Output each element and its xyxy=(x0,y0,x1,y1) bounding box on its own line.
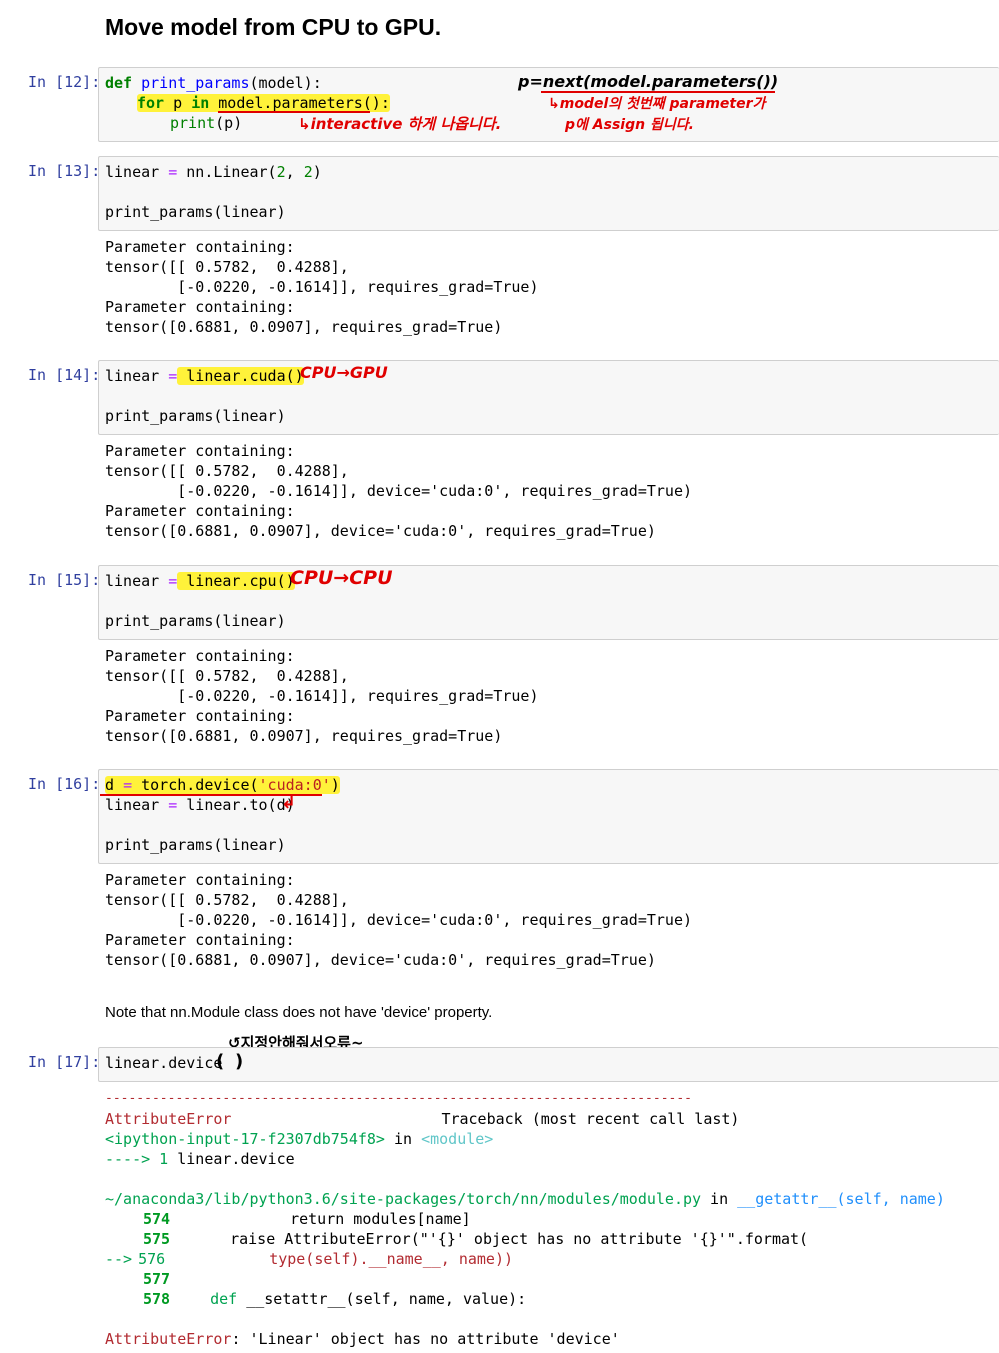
cell-prompt-15: In [15]: xyxy=(28,571,101,589)
output-line: Parameter containing: xyxy=(105,707,295,725)
output-line: [-0.0220, -0.1614]], requires_grad=True) xyxy=(105,278,539,296)
code-line: linear = linear.cpu() xyxy=(105,572,295,590)
code-cell-17[interactable] xyxy=(98,1047,999,1082)
code-line: print_params(linear) xyxy=(105,407,286,425)
output-line: tensor([0.6881, 0.0907], requires_grad=T… xyxy=(105,318,503,336)
traceback-dashes: ----------------------------------------… xyxy=(105,1091,692,1106)
output-line: tensor([0.6881, 0.0907], device='cuda:0'… xyxy=(105,951,656,969)
traceback-line-575: 575 raise AttributeError("'{}' object has… xyxy=(143,1230,809,1248)
markdown-note: Note that nn.Module class does not have … xyxy=(105,1004,493,1021)
traceback-line-576: --> 576 type(self).__name__, name)) xyxy=(105,1250,514,1268)
annotation-arrow: ↲ xyxy=(281,792,297,813)
traceback-final-error: AttributeError: 'Linear' object has no a… xyxy=(105,1330,620,1348)
annotation-assign: p에 Assign 됩니다. xyxy=(565,117,694,133)
traceback-line-578: 578 def __setattr__(self, name, value): xyxy=(143,1290,527,1308)
output-line: tensor([[ 0.5782, 0.4288], xyxy=(105,891,349,909)
output-line: [-0.0220, -0.1614]], requires_grad=True) xyxy=(105,687,539,705)
cell-prompt-17: In [17]: xyxy=(28,1053,101,1071)
traceback-path: ~/anaconda3/lib/python3.6/site-packages/… xyxy=(105,1190,945,1208)
code-line: linear = linear.cuda() xyxy=(105,367,304,385)
code-line: linear.device xyxy=(105,1054,223,1072)
annotation-paren-left: ( xyxy=(216,1051,225,1072)
output-line: Parameter containing: xyxy=(105,238,295,256)
output-line: tensor([[ 0.5782, 0.4288], xyxy=(105,667,349,685)
output-line: Parameter containing: xyxy=(105,502,295,520)
code-line: linear = linear.to(d) xyxy=(105,796,295,814)
code-line: for p in model.parameters(): xyxy=(137,94,390,112)
code-line: d = torch.device('cuda:0') xyxy=(105,776,340,794)
output-line: tensor([[ 0.5782, 0.4288], xyxy=(105,462,349,480)
cell-prompt-13: In [13]: xyxy=(28,162,101,180)
output-line: Parameter containing: xyxy=(105,647,295,665)
cell-prompt-12: In [12]: xyxy=(28,73,101,91)
output-line: Parameter containing: xyxy=(105,442,295,460)
annotation-first-param: ↳model의 첫번째 parameter가 xyxy=(548,96,766,112)
annotation-cpu-gpu: CPU→GPU xyxy=(300,363,388,382)
annotation-next-params: p=next(model.parameters()) xyxy=(518,72,779,91)
traceback-header: AttributeError Traceback (most recent cal… xyxy=(105,1110,740,1128)
code-line: def print_params(model): xyxy=(105,74,322,92)
cell-prompt-16: In [16]: xyxy=(28,775,101,793)
output-line: Parameter containing: xyxy=(105,871,295,889)
code-line: print_params(linear) xyxy=(105,836,286,854)
annotation-interactive: ↳interactive 하게 나옵니다. xyxy=(298,115,502,133)
output-line: Parameter containing: xyxy=(105,298,295,316)
output-line: tensor([0.6881, 0.0907], requires_grad=T… xyxy=(105,727,503,745)
traceback-line-577: 577 xyxy=(143,1270,171,1288)
code-line: print(p) xyxy=(170,114,243,132)
code-line: linear = nn.Linear(2, 2) xyxy=(105,163,322,181)
traceback-input-ref: <ipython-input-17-f2307db754f8> in <modu… xyxy=(105,1130,494,1148)
page-title: Move model from CPU to GPU. xyxy=(105,14,442,40)
output-line: Parameter containing: xyxy=(105,931,295,949)
traceback-line-574: 574 return modules[name] xyxy=(143,1210,471,1228)
code-line: print_params(linear) xyxy=(105,612,286,630)
output-line: [-0.0220, -0.1614]], device='cuda:0', re… xyxy=(105,482,692,500)
traceback-arrow-line: ----> 1 linear.device xyxy=(105,1150,295,1168)
output-line: tensor([[ 0.5782, 0.4288], xyxy=(105,258,349,276)
output-line: [-0.0220, -0.1614]], device='cuda:0', re… xyxy=(105,911,692,929)
cell-prompt-14: In [14]: xyxy=(28,366,101,384)
annotation-paren-right: ) xyxy=(235,1051,244,1072)
annotation-cpu-cpu: CPU→CPU xyxy=(290,567,393,589)
output-line: tensor([0.6881, 0.0907], device='cuda:0'… xyxy=(105,522,656,540)
code-line: print_params(linear) xyxy=(105,203,286,221)
